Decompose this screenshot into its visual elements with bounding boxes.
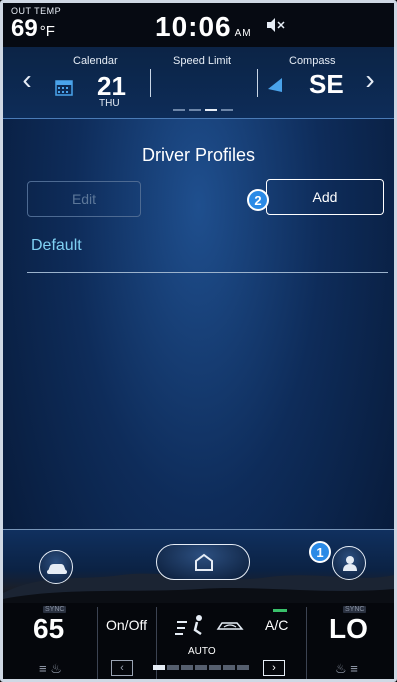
edit-button[interactable]: Edit bbox=[27, 181, 141, 217]
fan-level-segment bbox=[209, 665, 221, 670]
infotainment-screen: OUT TEMP 69 °F 10:06 AM ‹ Calendar 21 THU … bbox=[0, 0, 397, 682]
calendar-weekday: THU bbox=[99, 98, 120, 109]
climate-onoff-button[interactable]: On/Off bbox=[106, 617, 147, 633]
auto-label[interactable]: AUTO bbox=[188, 646, 216, 657]
fan-level-segment bbox=[223, 665, 235, 670]
passenger-seat-heater-icon[interactable]: ♨ ≡ bbox=[335, 661, 358, 677]
driver-sync-label: SYNC bbox=[43, 606, 67, 613]
clock-ampm: AM bbox=[234, 28, 252, 39]
prev-page-button[interactable]: ‹ bbox=[17, 65, 37, 95]
clock: 10:06 AM bbox=[155, 11, 252, 43]
fan-level-segment bbox=[153, 665, 165, 670]
car-button[interactable] bbox=[39, 550, 73, 584]
compass-arrow-icon bbox=[268, 78, 282, 92]
divider bbox=[97, 607, 98, 679]
airflow-mode-icon[interactable] bbox=[173, 614, 207, 636]
fan-level-segment bbox=[237, 665, 249, 670]
driver-temp[interactable]: 65 bbox=[33, 613, 64, 645]
mute-icon bbox=[267, 18, 285, 32]
fan-increase-button[interactable]: › bbox=[263, 660, 285, 676]
next-page-button[interactable]: › bbox=[360, 65, 380, 95]
fan-level-segment bbox=[167, 665, 179, 670]
page-title: Driver Profiles bbox=[141, 145, 256, 165]
car-icon bbox=[47, 564, 67, 574]
passenger-sync-label: SYNC bbox=[343, 606, 367, 613]
divider bbox=[150, 69, 151, 97]
speed-limit-label: Speed Limit bbox=[173, 55, 232, 67]
profile-list-item[interactable]: Default bbox=[31, 237, 82, 255]
fan-decrease-button[interactable]: ‹ bbox=[111, 660, 133, 676]
out-temp: 69 °F bbox=[11, 15, 55, 43]
info-panel: ‹ Calendar 21 THU Speed Limit Compass SE… bbox=[3, 47, 394, 119]
bottom-nav: 1 bbox=[3, 529, 394, 603]
compass-direction: SE bbox=[309, 69, 344, 99]
out-temp-unit: °F bbox=[39, 23, 55, 40]
add-button[interactable]: Add bbox=[266, 179, 384, 215]
ac-indicator-led bbox=[273, 609, 287, 612]
climate-bar: SYNC 65 ≡ ♨ On/Off AUTO A/C SYNC LO ♨ ≡ … bbox=[3, 603, 394, 679]
callout-badge: 1 bbox=[309, 541, 331, 563]
passenger-temp[interactable]: LO bbox=[329, 613, 368, 645]
ac-button[interactable]: A/C bbox=[265, 617, 288, 633]
calendar-label: Calendar bbox=[73, 55, 118, 67]
calendar-icon bbox=[55, 80, 73, 96]
home-button[interactable] bbox=[156, 544, 250, 580]
divider bbox=[306, 607, 307, 679]
driver-seat-heater-icon[interactable]: ≡ ♨ bbox=[39, 661, 62, 677]
page-indicator bbox=[173, 109, 233, 111]
clock-time: 10:06 bbox=[155, 11, 232, 42]
page-dot bbox=[189, 109, 201, 111]
compass-label: Compass bbox=[289, 55, 336, 67]
callout-badge: 2 bbox=[247, 189, 269, 211]
page-dot-active bbox=[205, 109, 217, 111]
list-divider bbox=[27, 272, 388, 273]
person-icon bbox=[343, 556, 357, 571]
out-temp-value: 69 bbox=[11, 15, 38, 42]
recirculation-icon[interactable] bbox=[215, 618, 245, 634]
fan-level-segment bbox=[181, 665, 193, 670]
page-dot bbox=[173, 109, 185, 111]
fan-speed-bar bbox=[153, 665, 249, 670]
status-bar: OUT TEMP 69 °F 10:06 AM bbox=[3, 3, 394, 47]
fan-level-segment bbox=[195, 665, 207, 670]
page-dot bbox=[221, 109, 233, 111]
driver-profile-button[interactable] bbox=[332, 546, 366, 580]
home-icon bbox=[195, 553, 213, 571]
divider bbox=[257, 69, 258, 97]
